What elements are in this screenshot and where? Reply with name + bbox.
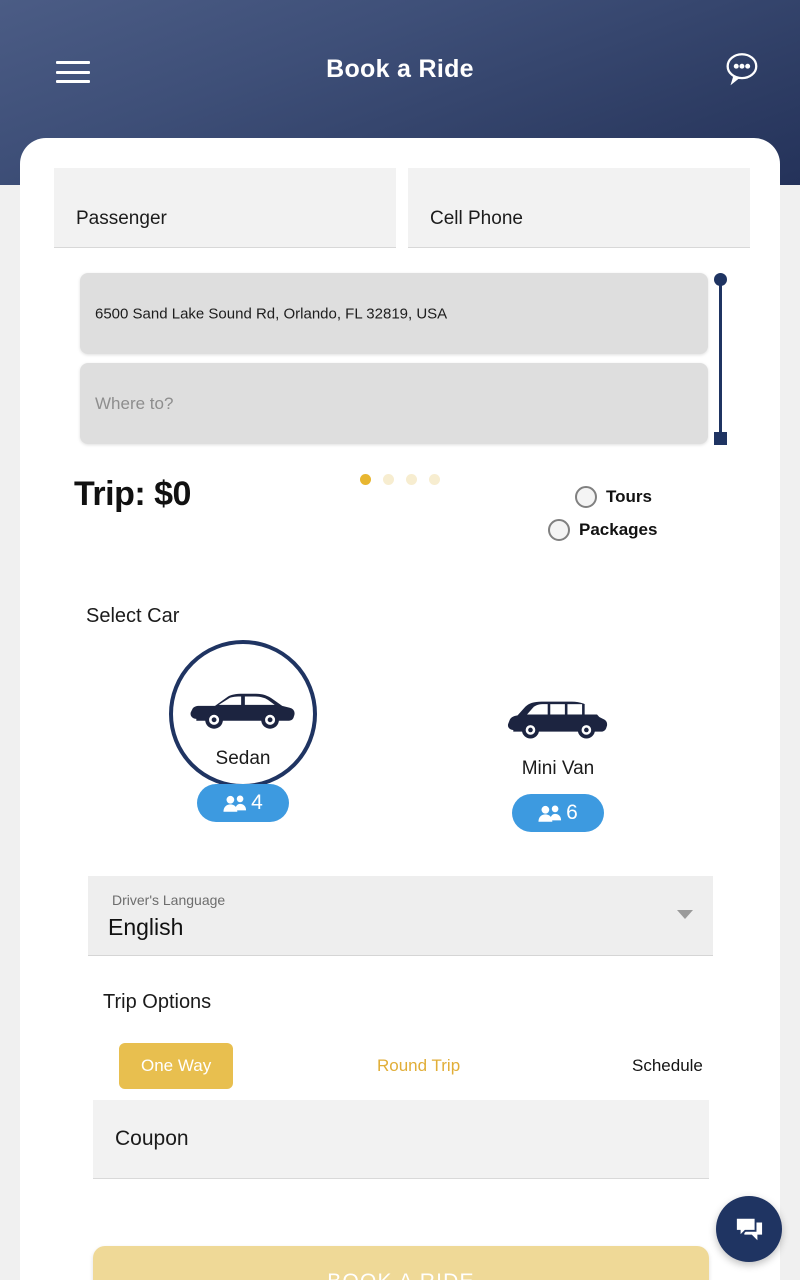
select-car-title: Select Car bbox=[86, 605, 180, 627]
tab-one-way[interactable]: One Way bbox=[119, 1043, 234, 1089]
chat-bubble-dots-icon[interactable] bbox=[720, 50, 762, 90]
coupon-input[interactable]: Coupon bbox=[93, 1100, 709, 1179]
chevron-down-icon[interactable] bbox=[677, 910, 693, 919]
book-a-ride-button[interactable]: BOOK A RIDE bbox=[93, 1246, 709, 1280]
trip-options-tabs: One Way Round Trip Schedule bbox=[88, 1043, 713, 1091]
passengers-icon bbox=[538, 805, 562, 822]
coupon-value: Coupon bbox=[115, 1127, 189, 1150]
car-name-minivan: Mini Van bbox=[521, 758, 595, 779]
drivers-language-select[interactable]: Driver's Language English bbox=[88, 876, 713, 956]
minivan-car-icon bbox=[468, 684, 648, 756]
passengers-icon bbox=[223, 795, 247, 812]
car-carousel: Sedan 4 Mini Van 6 bbox=[20, 640, 780, 848]
trip-type-radio-group: Tours Packages bbox=[548, 486, 738, 552]
radio-circle-icon[interactable] bbox=[548, 519, 570, 541]
carousel-dot[interactable] bbox=[406, 474, 417, 485]
carousel-dots bbox=[20, 474, 780, 485]
sedan-svg bbox=[190, 693, 295, 729]
radio-option-packages[interactable]: Packages bbox=[548, 519, 738, 541]
drivers-language-value: English bbox=[108, 914, 184, 940]
page-title: Book a Ride bbox=[326, 55, 474, 83]
tab-schedule[interactable]: Schedule bbox=[632, 1056, 703, 1076]
dropoff-address-input[interactable]: Where to? bbox=[80, 363, 708, 444]
cell-phone-input[interactable]: Cell Phone bbox=[408, 168, 750, 248]
chat-fab-button[interactable] bbox=[716, 1196, 782, 1262]
booking-screen: Book a Ride Passenger Cell Phone 6500 Sa… bbox=[0, 0, 800, 1280]
passenger-value: Passenger bbox=[76, 208, 167, 229]
route-indicator bbox=[711, 273, 731, 445]
dropoff-address-placeholder: Where to? bbox=[95, 393, 174, 413]
booking-card: Passenger Cell Phone 6500 Sand Lake Soun… bbox=[20, 138, 780, 1280]
capacity-value-sedan: 4 bbox=[251, 791, 263, 814]
tab-round-trip[interactable]: Round Trip bbox=[377, 1056, 460, 1076]
capacity-badge-sedan[interactable]: 4 bbox=[197, 784, 289, 822]
chat-bubble-svg bbox=[726, 53, 758, 86]
route-destination-square-icon bbox=[714, 432, 727, 445]
car-name-sedan: Sedan bbox=[215, 748, 271, 769]
radio-label-packages: Packages bbox=[579, 520, 658, 539]
car-option-minivan[interactable]: Mini Van 6 bbox=[468, 658, 648, 832]
capacity-value-minivan: 6 bbox=[566, 801, 578, 824]
cell-phone-value: Cell Phone bbox=[430, 208, 523, 229]
passenger-input[interactable]: Passenger bbox=[54, 168, 396, 248]
radio-circle-icon[interactable] bbox=[575, 486, 597, 508]
chat-message-icon bbox=[735, 1216, 763, 1241]
sedan-car-icon bbox=[153, 674, 333, 746]
route-origin-dot-icon bbox=[714, 273, 727, 286]
trip-options-title: Trip Options bbox=[103, 991, 212, 1013]
drivers-language-label: Driver's Language bbox=[112, 892, 226, 908]
radio-label-tours: Tours bbox=[606, 487, 652, 506]
pickup-address-input[interactable]: 6500 Sand Lake Sound Rd, Orlando, FL 328… bbox=[80, 273, 708, 354]
carousel-dot[interactable] bbox=[383, 474, 394, 485]
carousel-dot[interactable] bbox=[360, 474, 371, 485]
radio-option-tours[interactable]: Tours bbox=[548, 486, 738, 508]
carousel-dot[interactable] bbox=[429, 474, 440, 485]
car-option-sedan[interactable]: Sedan 4 bbox=[153, 640, 333, 822]
contact-fields-row: Passenger Cell Phone bbox=[54, 168, 750, 248]
pickup-address-value: 6500 Sand Lake Sound Rd, Orlando, FL 328… bbox=[95, 305, 448, 322]
route-line bbox=[719, 279, 722, 442]
minivan-svg bbox=[507, 701, 608, 739]
capacity-badge-minivan[interactable]: 6 bbox=[512, 794, 604, 832]
